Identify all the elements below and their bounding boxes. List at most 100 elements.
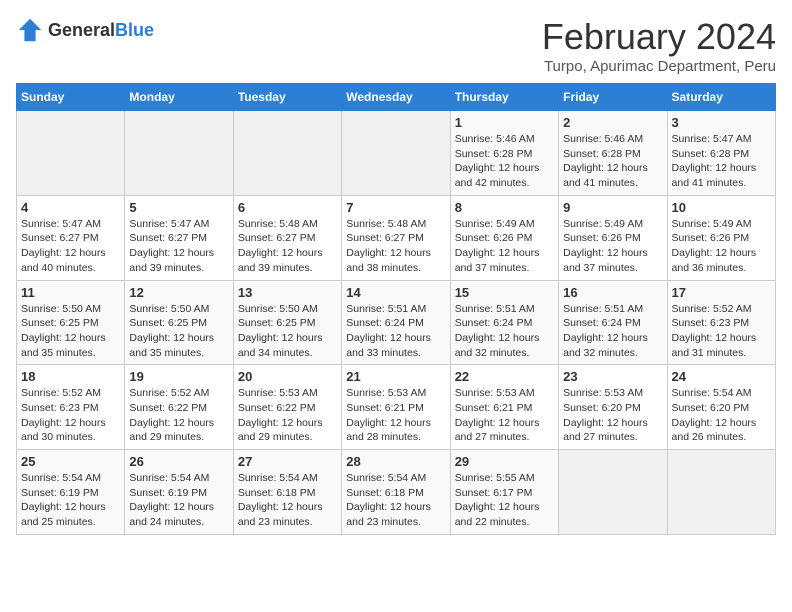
day-info: Sunrise: 5:53 AMSunset: 6:22 PMDaylight:… [238, 386, 337, 445]
calendar-cell: 25 Sunrise: 5:54 AMSunset: 6:19 PMDayligh… [17, 450, 125, 535]
calendar-cell [559, 450, 667, 535]
header-friday: Friday [559, 84, 667, 111]
calendar-cell: 4 Sunrise: 5:47 AMSunset: 6:27 PMDaylight… [17, 195, 125, 280]
day-info: Sunrise: 5:47 AMSunset: 6:27 PMDaylight:… [21, 217, 120, 276]
calendar-cell: 22Sunrise: 5:53 AMSunset: 6:21 PMDayligh… [450, 365, 558, 450]
day-number: 5 [129, 200, 228, 215]
calendar-cell: 26 Sunrise: 5:54 AMSunset: 6:19 PMDayligh… [125, 450, 233, 535]
calendar-cell: 11 Sunrise: 5:50 AMSunset: 6:25 PMDayligh… [17, 280, 125, 365]
day-info: Sunrise: 5:52 AMSunset: 6:23 PMDaylight:… [21, 386, 120, 445]
calendar-table: SundayMondayTuesdayWednesdayThursdayFrid… [16, 83, 776, 535]
day-number: 17 [672, 285, 771, 300]
day-number: 11 [21, 285, 120, 300]
header-wednesday: Wednesday [342, 84, 450, 111]
calendar-week-5: 25 Sunrise: 5:54 AMSunset: 6:19 PMDayligh… [17, 450, 776, 535]
day-number: 25 [21, 454, 120, 469]
calendar-cell: 2Sunrise: 5:46 AMSunset: 6:28 PMDaylight… [559, 111, 667, 196]
day-number: 14 [346, 285, 445, 300]
day-info: Sunrise: 5:50 AMSunset: 6:25 PMDaylight:… [129, 302, 228, 361]
calendar-cell: 13 Sunrise: 5:50 AMSunset: 6:25 PMDayligh… [233, 280, 341, 365]
day-info: Sunrise: 5:50 AMSunset: 6:25 PMDaylight:… [238, 302, 337, 361]
day-number: 1 [455, 115, 554, 130]
calendar-cell [17, 111, 125, 196]
day-info: Sunrise: 5:53 AMSunset: 6:21 PMDaylight:… [455, 386, 554, 445]
day-number: 10 [672, 200, 771, 215]
calendar-cell: 20Sunrise: 5:53 AMSunset: 6:22 PMDayligh… [233, 365, 341, 450]
day-number: 28 [346, 454, 445, 469]
month-title: February 2024 [542, 16, 776, 58]
day-info: Sunrise: 5:51 AMSunset: 6:24 PMDaylight:… [455, 302, 554, 361]
calendar-cell: 28 Sunrise: 5:54 AMSunset: 6:18 PMDayligh… [342, 450, 450, 535]
calendar-cell: 14 Sunrise: 5:51 AMSunset: 6:24 PMDayligh… [342, 280, 450, 365]
day-info: Sunrise: 5:48 AMSunset: 6:27 PMDaylight:… [238, 217, 337, 276]
day-info: Sunrise: 5:48 AMSunset: 6:27 PMDaylight:… [346, 217, 445, 276]
header-sunday: Sunday [17, 84, 125, 111]
day-info: Sunrise: 5:51 AMSunset: 6:24 PMDaylight:… [346, 302, 445, 361]
day-number: 4 [21, 200, 120, 215]
day-info: Sunrise: 5:52 AMSunset: 6:22 PMDaylight:… [129, 386, 228, 445]
day-number: 9 [563, 200, 662, 215]
day-number: 16 [563, 285, 662, 300]
day-number: 8 [455, 200, 554, 215]
location-subtitle: Turpo, Apurimac Department, Peru [542, 58, 776, 75]
calendar-week-3: 11 Sunrise: 5:50 AMSunset: 6:25 PMDayligh… [17, 280, 776, 365]
calendar-cell: 15 Sunrise: 5:51 AMSunset: 6:24 PMDayligh… [450, 280, 558, 365]
day-info: Sunrise: 5:53 AMSunset: 6:21 PMDaylight:… [346, 386, 445, 445]
calendar-cell: 1 Sunrise: 5:46 AMSunset: 6:28 PMDaylight… [450, 111, 558, 196]
calendar-cell: 27 Sunrise: 5:54 AMSunset: 6:18 PMDayligh… [233, 450, 341, 535]
day-info: Sunrise: 5:47 AMSunset: 6:27 PMDaylight:… [129, 217, 228, 276]
day-number: 2 [563, 115, 662, 130]
day-info: Sunrise: 5:55 AMSunset: 6:17 PMDaylight:… [455, 471, 554, 530]
calendar-week-1: 1 Sunrise: 5:46 AMSunset: 6:28 PMDaylight… [17, 111, 776, 196]
calendar-header-row: SundayMondayTuesdayWednesdayThursdayFrid… [17, 84, 776, 111]
calendar-cell: 10 Sunrise: 5:49 AMSunset: 6:26 PMDayligh… [667, 195, 775, 280]
day-number: 27 [238, 454, 337, 469]
day-info: Sunrise: 5:49 AMSunset: 6:26 PMDaylight:… [455, 217, 554, 276]
calendar-week-4: 18 Sunrise: 5:52 AMSunset: 6:23 PMDayligh… [17, 365, 776, 450]
calendar-cell: 17 Sunrise: 5:52 AMSunset: 6:23 PMDayligh… [667, 280, 775, 365]
day-info: Sunrise: 5:50 AMSunset: 6:25 PMDaylight:… [21, 302, 120, 361]
calendar-week-2: 4 Sunrise: 5:47 AMSunset: 6:27 PMDaylight… [17, 195, 776, 280]
calendar-cell: 7 Sunrise: 5:48 AMSunset: 6:27 PMDaylight… [342, 195, 450, 280]
day-number: 29 [455, 454, 554, 469]
day-info: Sunrise: 5:54 AMSunset: 6:20 PMDaylight:… [672, 386, 771, 445]
day-info: Sunrise: 5:52 AMSunset: 6:23 PMDaylight:… [672, 302, 771, 361]
day-number: 24 [672, 369, 771, 384]
calendar-cell: 3Sunrise: 5:47 AMSunset: 6:28 PMDaylight… [667, 111, 775, 196]
calendar-cell: 6 Sunrise: 5:48 AMSunset: 6:27 PMDaylight… [233, 195, 341, 280]
day-number: 7 [346, 200, 445, 215]
logo-icon [16, 16, 44, 44]
calendar-cell: 12 Sunrise: 5:50 AMSunset: 6:25 PMDayligh… [125, 280, 233, 365]
day-number: 13 [238, 285, 337, 300]
header-thursday: Thursday [450, 84, 558, 111]
day-number: 26 [129, 454, 228, 469]
calendar-cell: 23 Sunrise: 5:53 AMSunset: 6:20 PMDayligh… [559, 365, 667, 450]
day-info: Sunrise: 5:49 AMSunset: 6:26 PMDaylight:… [672, 217, 771, 276]
day-info: Sunrise: 5:54 AMSunset: 6:19 PMDaylight:… [21, 471, 120, 530]
day-number: 18 [21, 369, 120, 384]
day-info: Sunrise: 5:46 AMSunset: 6:28 PMDaylight:… [455, 132, 554, 191]
day-number: 6 [238, 200, 337, 215]
calendar-cell: 21 Sunrise: 5:53 AMSunset: 6:21 PMDayligh… [342, 365, 450, 450]
day-info: Sunrise: 5:54 AMSunset: 6:18 PMDaylight:… [346, 471, 445, 530]
day-number: 21 [346, 369, 445, 384]
day-info: Sunrise: 5:53 AMSunset: 6:20 PMDaylight:… [563, 386, 662, 445]
calendar-cell [667, 450, 775, 535]
calendar-cell: 5 Sunrise: 5:47 AMSunset: 6:27 PMDaylight… [125, 195, 233, 280]
day-number: 3 [672, 115, 771, 130]
logo-blue-text: Blue [115, 20, 154, 41]
calendar-cell: 16 Sunrise: 5:51 AMSunset: 6:24 PMDayligh… [559, 280, 667, 365]
header-saturday: Saturday [667, 84, 775, 111]
day-info: Sunrise: 5:54 AMSunset: 6:18 PMDaylight:… [238, 471, 337, 530]
calendar-cell: 18 Sunrise: 5:52 AMSunset: 6:23 PMDayligh… [17, 365, 125, 450]
day-info: Sunrise: 5:49 AMSunset: 6:26 PMDaylight:… [563, 217, 662, 276]
day-number: 23 [563, 369, 662, 384]
calendar-cell: 24 Sunrise: 5:54 AMSunset: 6:20 PMDayligh… [667, 365, 775, 450]
day-info: Sunrise: 5:51 AMSunset: 6:24 PMDaylight:… [563, 302, 662, 361]
calendar-cell [125, 111, 233, 196]
day-number: 12 [129, 285, 228, 300]
calendar-cell: 29 Sunrise: 5:55 AMSunset: 6:17 PMDayligh… [450, 450, 558, 535]
page-header: General Blue February 2024 Turpo, Apurim… [16, 16, 776, 75]
day-info: Sunrise: 5:54 AMSunset: 6:19 PMDaylight:… [129, 471, 228, 530]
day-number: 15 [455, 285, 554, 300]
